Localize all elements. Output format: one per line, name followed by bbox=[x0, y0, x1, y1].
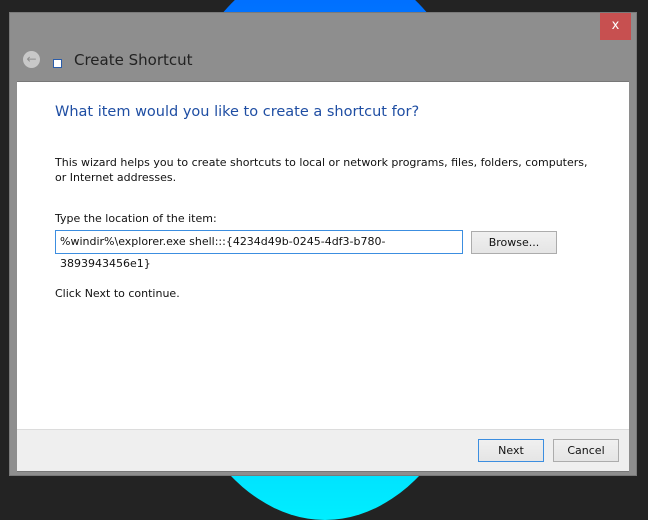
back-arrow-icon[interactable]: ← bbox=[23, 51, 40, 68]
create-shortcut-window: x ← Create Shortcut What item would you … bbox=[9, 12, 637, 476]
next-button[interactable]: Next bbox=[478, 439, 544, 462]
description: This wizard helps you to create shortcut… bbox=[55, 156, 588, 184]
wizard-content: What item would you like to create a sho… bbox=[17, 81, 629, 430]
location-input[interactable]: %windir%\explorer.exe shell:::{4234d49b-… bbox=[55, 230, 463, 270]
cancel-button[interactable]: Cancel bbox=[553, 439, 619, 462]
shortcut-icon bbox=[53, 59, 62, 68]
page-heading: What item would you like to create a sho… bbox=[55, 104, 420, 120]
close-button[interactable]: x bbox=[600, 13, 631, 40]
continue-text: Click Next to continue. bbox=[55, 287, 180, 300]
window-title: Create Shortcut bbox=[74, 51, 193, 69]
browse-button[interactable]: Browse... bbox=[471, 231, 557, 254]
location-label: Type the location of the item: bbox=[55, 212, 217, 225]
wizard-footer: Next Cancel bbox=[17, 429, 629, 472]
